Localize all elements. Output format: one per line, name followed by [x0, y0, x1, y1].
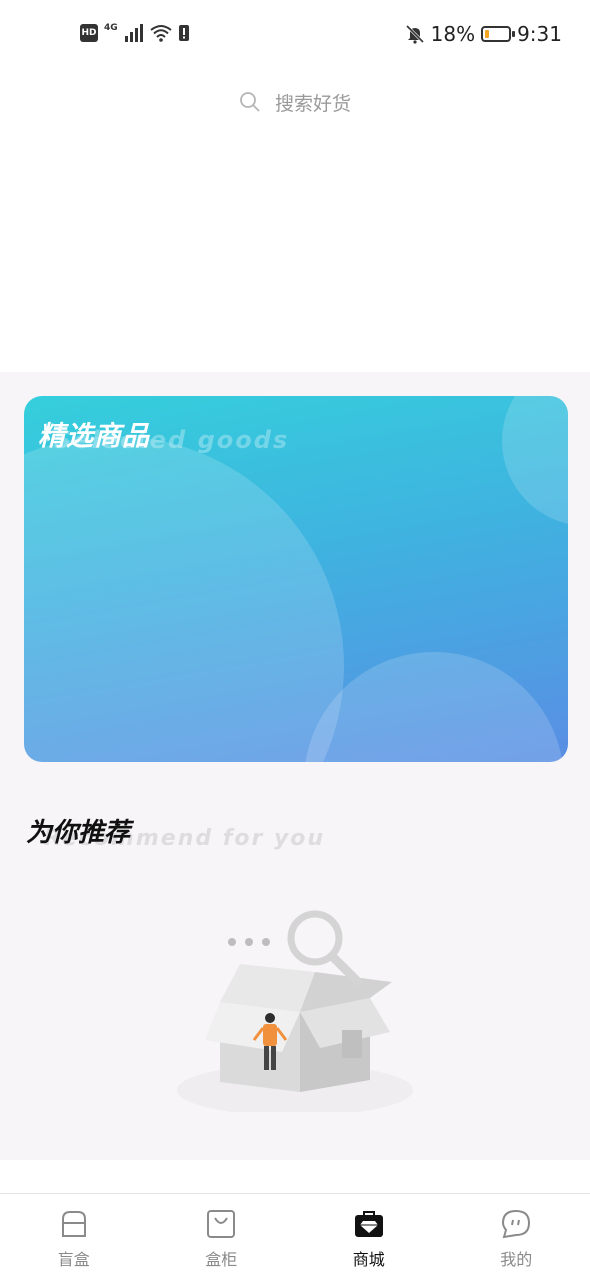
tab-mine[interactable]: 我的 [443, 1194, 590, 1278]
hd-badge: HD [80, 24, 98, 42]
chat-bubble-icon [502, 1209, 531, 1239]
tab-blind-box[interactable]: 盲盒 [0, 1194, 148, 1278]
mute-bell-icon [405, 24, 424, 44]
network-label: 4G [104, 23, 118, 33]
tab-label: 盲盒 [57, 1250, 90, 1269]
main-content: Selected goods 精选商品 Recommend for you 为你… [0, 372, 590, 1160]
signal-icon [124, 24, 143, 42]
battery-icon [481, 26, 516, 42]
empty-box-illustration [177, 910, 413, 1112]
battery-percent: 18% [430, 22, 476, 46]
battery-level [485, 30, 490, 38]
search-bar[interactable]: 搜索好货 [0, 84, 590, 120]
featured-title: 精选商品 [38, 421, 150, 452]
search-input[interactable]: 搜索好货 [275, 89, 351, 116]
status-bar: HD 4G 18% 9:31 [0, 0, 590, 72]
shopping-bag-icon [207, 1210, 236, 1238]
search-icon [240, 92, 260, 112]
tab-mall[interactable]: 商城 [295, 1194, 443, 1278]
banner-bubble [24, 436, 344, 762]
tab-label: 商城 [352, 1250, 385, 1269]
wifi-icon [150, 25, 172, 42]
store-diamond-icon [354, 1211, 383, 1237]
mystery-box-icon [61, 1211, 86, 1237]
clock: 9:31 [517, 22, 562, 46]
tab-box-cabinet[interactable]: 盒柜 [148, 1194, 296, 1278]
bottom-tab-bar: 盲盒 盒柜 商城 我的 [0, 1193, 590, 1278]
banner-bubble [502, 396, 568, 526]
featured-goods-banner[interactable]: Selected goods 精选商品 [24, 396, 568, 762]
recommend-title: 为你推荐 [26, 818, 131, 848]
tab-label: 我的 [500, 1250, 533, 1269]
alert-icon [178, 25, 189, 41]
status-left: HD 4G [80, 23, 190, 42]
tab-label: 盒柜 [205, 1250, 238, 1269]
status-right: 18% 9:31 [405, 22, 562, 46]
